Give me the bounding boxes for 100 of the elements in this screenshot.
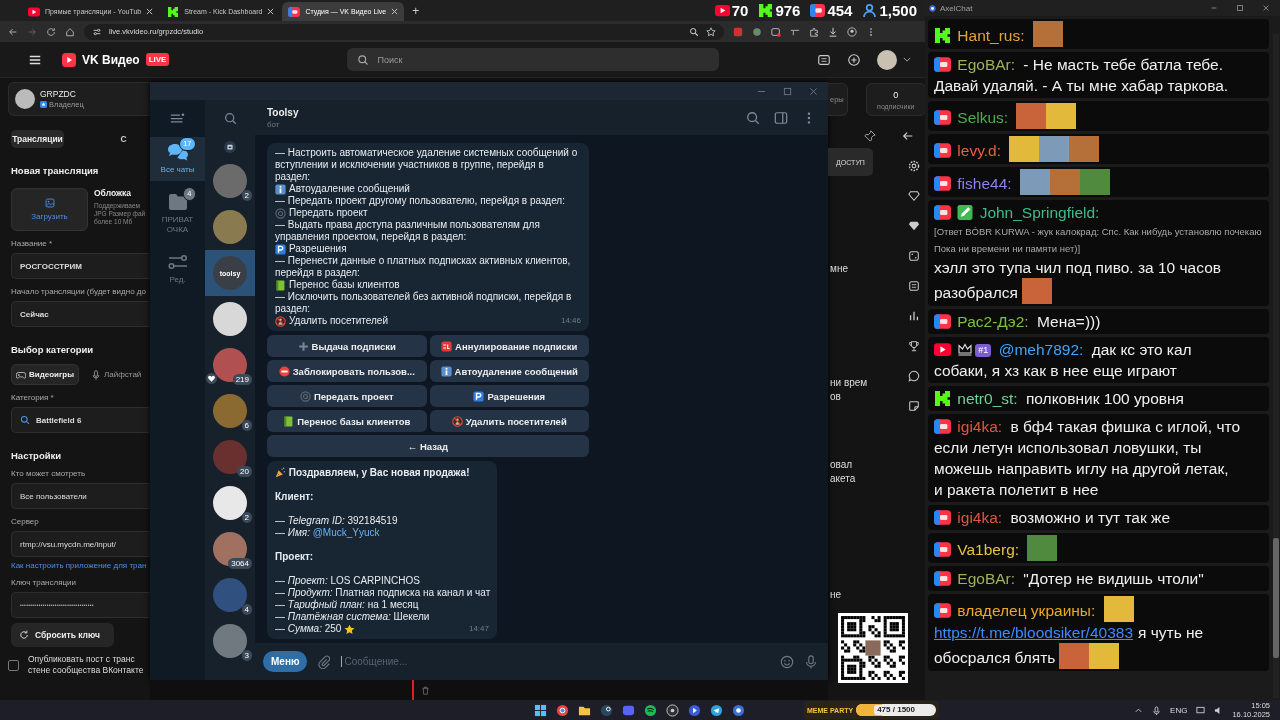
field-label: Название * <box>11 239 54 248</box>
back-arrow-icon[interactable] <box>901 130 914 142</box>
category-chip[interactable]: Видеоигры <box>11 364 80 385</box>
calendar-icon[interactable] <box>224 141 236 153</box>
language-indicator[interactable]: ENG <box>1170 705 1188 715</box>
diamond-icon[interactable] <box>907 220 920 232</box>
chat-list-item[interactable]: 6 <box>205 388 255 434</box>
category-chip[interactable]: Лайфстай <box>87 364 146 385</box>
list-icon[interactable] <box>817 52 831 67</box>
message-text: - Не масть тебе батла тебе. <box>1023 55 1223 75</box>
chat-list-item[interactable]: 4 <box>205 572 255 618</box>
bot-keyboard-button[interactable]: Разрешения <box>429 385 589 407</box>
star-icon[interactable] <box>706 26 716 37</box>
section-name: Передать проект <box>289 207 368 219</box>
reset-key-button[interactable]: Сбросить ключ <box>11 623 114 647</box>
maximize-icon[interactable] <box>1236 4 1244 12</box>
chat-list-item[interactable]: 219 <box>205 342 255 388</box>
bot-keyboard-button[interactable]: Заблокировать пользов... <box>267 360 427 382</box>
chart-icon[interactable] <box>907 310 920 322</box>
record-app-icon[interactable] <box>666 703 679 717</box>
menu-button[interactable]: Меню <box>263 651 308 672</box>
message-text: — Выдать права доступа различным пользователям для управления проектом, перейдя в раздел: <box>275 219 541 243</box>
close-icon[interactable] <box>1262 4 1270 12</box>
checkbox[interactable] <box>8 659 19 671</box>
extension-icon[interactable] <box>752 26 762 37</box>
monitor-icon[interactable] <box>1196 705 1206 715</box>
platform-logo-icon <box>934 28 951 43</box>
puzzle-icon[interactable] <box>809 26 819 37</box>
close-icon[interactable] <box>146 8 154 15</box>
download-icon[interactable] <box>828 26 838 37</box>
extension-icon[interactable] <box>733 26 743 37</box>
home-icon[interactable] <box>65 26 75 37</box>
sidebar-icon[interactable] <box>774 110 788 125</box>
close-icon[interactable] <box>391 8 399 15</box>
audience-dropdown[interactable]: Все пользователи <box>11 483 150 509</box>
search-icon[interactable] <box>746 110 760 125</box>
book-icon <box>275 279 286 291</box>
studio-tab[interactable]: Трансляции <box>11 130 64 148</box>
chat-list-item[interactable]: 20 <box>205 434 255 480</box>
add-icon[interactable] <box>847 52 861 67</box>
bot-keyboard-button[interactable]: Аннулирование подписки <box>429 335 589 357</box>
microphone-icon[interactable] <box>804 654 818 669</box>
bot-keyboard-button[interactable]: Автоудаление сообщений <box>429 360 589 382</box>
caret-icon[interactable] <box>903 57 911 62</box>
chat-folder[interactable]: Ред. <box>150 247 205 291</box>
help-link[interactable]: Как настроить приложение для тран <box>11 561 150 570</box>
zoom-icon[interactable] <box>689 26 699 37</box>
reload-icon[interactable] <box>46 26 56 37</box>
title-field[interactable]: РОСГОССТРИМ <box>11 253 150 279</box>
emote-image <box>1009 136 1040 162</box>
maximize-icon[interactable] <box>783 86 792 96</box>
browser-app-icon[interactable] <box>556 703 569 717</box>
search-icon[interactable] <box>222 111 238 125</box>
chat-list-item[interactable]: 2 <box>205 158 255 204</box>
smiley-icon[interactable] <box>780 654 794 669</box>
bot-keyboard-button[interactable]: Передать проект <box>267 385 427 407</box>
music-app-icon[interactable] <box>644 703 657 717</box>
server-field[interactable]: rtmp://vsu.mycdn.me/input/ <box>11 531 150 557</box>
chat-icon[interactable] <box>907 370 920 382</box>
site-info-icon[interactable] <box>92 26 102 37</box>
chat-app-icon[interactable] <box>732 703 745 717</box>
bot-keyboard-button[interactable]: Перенос базы клиентов <box>267 410 427 432</box>
pin-icon[interactable] <box>864 130 876 142</box>
messenger-app-icon[interactable] <box>710 703 723 717</box>
emote-image <box>1027 535 1058 561</box>
microphone-icon[interactable] <box>1152 705 1162 715</box>
close-icon[interactable] <box>267 8 275 15</box>
upload-button[interactable]: Загрузить <box>11 188 88 231</box>
avatar[interactable] <box>877 49 897 70</box>
bot-keyboard-button[interactable]: Выдача подписки <box>267 335 427 357</box>
new-tab-button[interactable]: + <box>406 3 426 18</box>
search-field[interactable]: Поиск <box>347 48 720 71</box>
list-icon[interactable] <box>907 280 920 292</box>
paperclip-icon[interactable] <box>317 654 332 669</box>
play-app-icon[interactable] <box>688 703 701 717</box>
trash-icon[interactable] <box>421 685 430 695</box>
dice-icon[interactable] <box>907 250 920 262</box>
extension-icon[interactable] <box>771 26 781 37</box>
live-logo-icon <box>934 314 951 329</box>
start-time-field[interactable]: Сейчас <box>11 301 150 327</box>
diamond-icon[interactable] <box>907 190 920 202</box>
scrollbar[interactable] <box>1273 34 1279 698</box>
platform-logo-icon <box>758 4 774 17</box>
sticker-icon[interactable] <box>907 400 920 412</box>
chat-list-item[interactable]: 2 <box>205 480 255 526</box>
chat-text-fragment: мне <box>830 262 849 276</box>
settings-icon[interactable] <box>907 160 920 172</box>
chat-list-item[interactable]: 3 <box>205 618 255 664</box>
profile-icon[interactable] <box>847 26 857 37</box>
message-link[interactable]: https://t.me/bloodsiker/40383 <box>934 624 1134 641</box>
category-field[interactable]: Battlefield 6 <box>11 407 150 433</box>
avatar <box>213 164 247 198</box>
chat-list-item[interactable]: 3064 <box>205 526 255 572</box>
game-app-icon[interactable] <box>600 703 613 717</box>
bot-keyboard-button[interactable]: Удалить посетителей <box>429 410 589 432</box>
username-link[interactable]: @Muck_Yyuck <box>312 527 380 538</box>
start-icon[interactable] <box>534 703 547 717</box>
trophy-icon[interactable] <box>907 340 920 352</box>
studio-tab[interactable]: С <box>97 130 150 148</box>
back-button[interactable]: ← Назад <box>267 435 589 457</box>
